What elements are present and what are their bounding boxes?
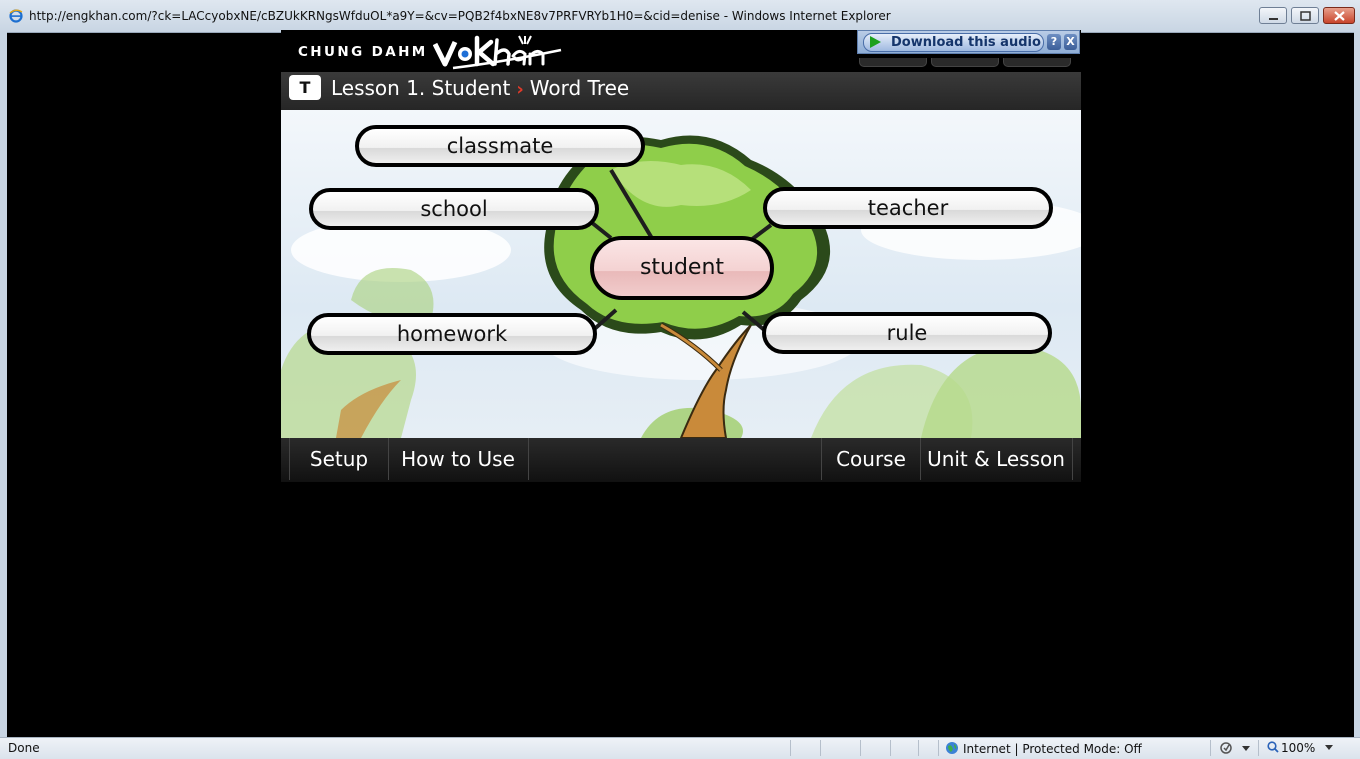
restore-icon [1300, 11, 1311, 21]
menu-unit-lesson[interactable]: Unit & Lesson [920, 438, 1073, 480]
close-icon [1334, 11, 1345, 21]
t-badge-icon: T [289, 75, 321, 100]
security-zone-label: Internet | Protected Mode: Off [963, 742, 1142, 756]
breadcrumb-arrow-icon: › [516, 79, 524, 100]
lesson-title: Lesson 1. Student [331, 76, 511, 100]
internet-explorer-icon [9, 9, 23, 23]
download-audio-bar: Download this audio ? X [857, 30, 1080, 54]
status-bar: Done Internet | Protected Mode: Off 100% [0, 737, 1360, 759]
maximize-button[interactable] [1291, 7, 1319, 24]
vokhan-logo [433, 35, 562, 70]
menu-course[interactable]: Course [821, 438, 921, 480]
window-frame-left [0, 32, 7, 738]
header-tab[interactable] [931, 58, 999, 67]
zoom-level[interactable]: 100% [1267, 741, 1315, 755]
status-divider [860, 740, 861, 756]
word-tree-scene: classmate school teacher student homewor… [281, 110, 1081, 438]
download-audio-label: Download this audio [891, 35, 1041, 50]
breadcrumb: Lesson 1. Student › Word Tree [331, 76, 629, 100]
app-container: CHUNG DAHM T Lesson 1. Student › Word Tree [281, 30, 1081, 482]
word-school[interactable]: school [309, 188, 599, 230]
close-download-button[interactable]: X [1064, 34, 1077, 50]
menu-setup[interactable]: Setup [289, 438, 389, 480]
zoom-label: 100% [1281, 741, 1316, 755]
minimize-button[interactable] [1259, 7, 1287, 24]
close-window-button[interactable] [1323, 7, 1355, 24]
word-rule[interactable]: rule [762, 312, 1052, 354]
status-text: Done [8, 741, 40, 755]
window-title-bar: http://engkhan.com/?ck=LACcyobxNE/cBZUkK… [0, 0, 1360, 33]
menu-how-to-use[interactable]: How to Use [388, 438, 529, 480]
status-divider [918, 740, 919, 756]
download-audio-button[interactable]: Download this audio [863, 33, 1044, 52]
magnifier-icon [1267, 741, 1279, 753]
zoom-dropdown-icon[interactable] [1325, 745, 1333, 750]
security-zone[interactable]: Internet | Protected Mode: Off [945, 741, 1142, 756]
header-tab[interactable] [1003, 58, 1071, 67]
word-teacher[interactable]: teacher [763, 187, 1053, 229]
minimize-icon [1269, 18, 1278, 20]
status-divider [790, 740, 791, 756]
section-title: Word Tree [529, 76, 630, 100]
status-divider [820, 740, 821, 756]
status-divider [938, 740, 939, 756]
word-classmate[interactable]: classmate [355, 125, 645, 167]
word-center-student[interactable]: student [590, 236, 774, 300]
bottom-menu-bar: Setup How to Use Course Unit & Lesson [281, 438, 1081, 482]
lesson-bar: T Lesson 1. Student › Word Tree [281, 72, 1081, 110]
word-homework[interactable]: homework [307, 313, 597, 355]
status-divider [1210, 740, 1211, 756]
globe-icon [946, 742, 958, 754]
window-frame-right [1354, 32, 1360, 738]
help-button[interactable]: ? [1047, 34, 1061, 50]
brand-name: CHUNG DAHM [298, 44, 428, 60]
window-title: http://engkhan.com/?ck=LACcyobxNE/cBZUkK… [29, 9, 891, 23]
header-tab[interactable] [859, 58, 927, 67]
addon-manager-icon[interactable] [1220, 740, 1256, 756]
status-divider [890, 740, 891, 756]
status-divider [1258, 740, 1259, 756]
play-icon [870, 36, 881, 48]
